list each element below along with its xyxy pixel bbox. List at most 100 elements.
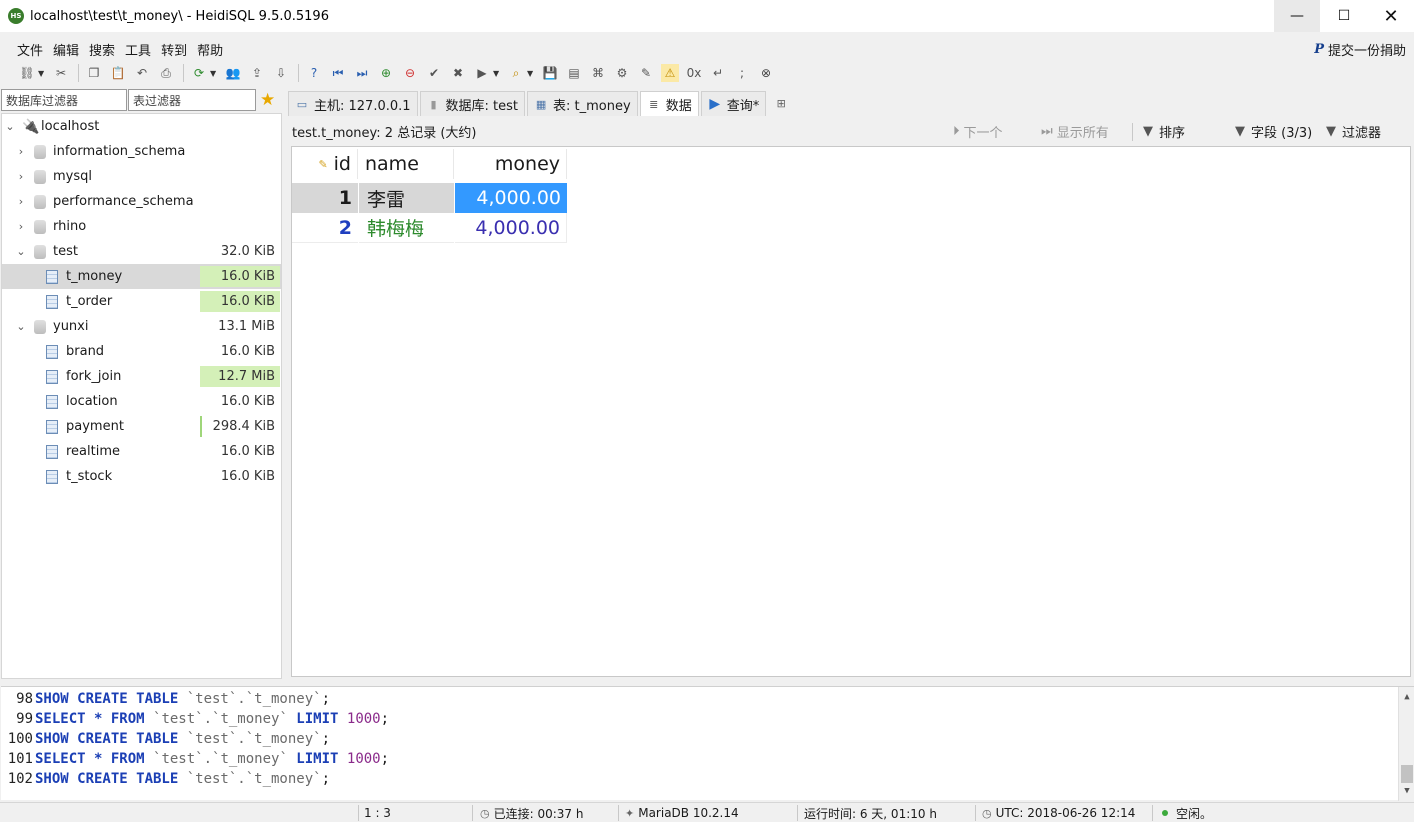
chevron-down-icon[interactable]: ⌄ [15, 245, 27, 258]
column-header-name[interactable]: name [359, 149, 454, 179]
chevron-right-icon[interactable]: › [15, 170, 27, 183]
next-button[interactable]: ⏵ 下一个 [953, 116, 1003, 146]
chevron-down-icon[interactable]: ⌄ [15, 320, 27, 333]
tab-table[interactable]: ▦ 表: t_money [527, 91, 638, 116]
tree-item-table[interactable]: t_stock 16.0 KiB [2, 464, 281, 489]
tree-item-db[interactable]: ⌄ yunxi 13.1 MiB [2, 314, 281, 339]
show-all-button[interactable]: ⏭ 显示所有 [1041, 116, 1109, 146]
cancel-icon[interactable]: ✖ [449, 64, 467, 82]
copy-icon[interactable]: ❐ [85, 64, 103, 82]
donate-button[interactable]: P 提交一份捐助 [1314, 38, 1406, 60]
menu-goto[interactable]: 转到 [161, 40, 187, 59]
menu-help[interactable]: 帮助 [197, 40, 223, 59]
wrap-icon[interactable]: ↵ [709, 64, 727, 82]
status-separator [975, 805, 976, 821]
chevron-down-icon[interactable]: ▼ [527, 69, 535, 78]
table-row-cell-id[interactable]: 2 [292, 213, 358, 243]
status-separator [1152, 805, 1153, 821]
menu-file[interactable]: 文件 [17, 40, 43, 59]
run-icon[interactable]: ▶ [473, 64, 491, 82]
column-header-money[interactable]: money [455, 149, 567, 179]
load-icon[interactable]: ▤ [565, 64, 583, 82]
sql-log[interactable]: 98 SHOW CREATE TABLE `test`.`t_money`; 99… [1, 686, 1414, 801]
export-icon[interactable]: ⇪ [248, 64, 266, 82]
chevron-down-icon[interactable]: ▼ [493, 69, 501, 78]
tree-item-db[interactable]: › mysql [2, 164, 281, 189]
tree-item-db[interactable]: › information_schema [2, 139, 281, 164]
menu-tools[interactable]: 工具 [125, 40, 151, 59]
post-icon[interactable]: ✔ [425, 64, 443, 82]
table-row-cell-money-selected[interactable]: 4,000.00 [455, 183, 567, 213]
first-record-icon[interactable]: ⏮ [329, 64, 347, 82]
tree-host[interactable]: ⌄ 🔌 localhost [2, 114, 281, 139]
last-record-icon[interactable]: ⏭ [353, 64, 371, 82]
tree-item-table-selected[interactable]: t_money 16.0 KiB [2, 264, 281, 289]
new-query-tab-button[interactable]: ⊞ [768, 91, 799, 116]
fields-button[interactable]: ▼ 字段 (3/3) [1235, 116, 1312, 146]
close-button[interactable]: ✕ [1368, 0, 1414, 32]
sort-button[interactable]: ▼ 排序 [1143, 116, 1185, 146]
tab-data[interactable]: ≣ 数据 [639, 91, 699, 116]
maximize-button[interactable]: ☐ [1321, 0, 1367, 32]
menu-bar: 文件 编辑 搜索 工具 转到 帮助 P 提交一份捐助 [0, 38, 1414, 60]
tab-database[interactable]: ▮ 数据库: test [419, 91, 526, 116]
binoculars-icon[interactable]: ⌘ [589, 64, 607, 82]
tree-item-table[interactable]: fork_join 12.7 MiB [2, 364, 281, 389]
chevron-down-icon[interactable]: ▼ [38, 69, 46, 78]
print-icon[interactable]: ⎙ [157, 64, 175, 82]
table-filter-input[interactable]: 表过滤器 [128, 89, 256, 111]
column-header-label: name [365, 153, 419, 175]
help-icon[interactable]: ? [305, 64, 323, 82]
tree-item-db[interactable]: ⌄ test 32.0 KiB [2, 239, 281, 264]
edit-icon[interactable]: ✎ [637, 64, 655, 82]
scroll-thumb[interactable] [1401, 765, 1413, 783]
tree-item-table[interactable]: payment 298.4 KiB [2, 414, 281, 439]
hex-icon[interactable]: 0x [685, 64, 703, 82]
database-filter-input[interactable]: 数据库过滤器 [1, 89, 127, 111]
import-icon[interactable]: ⇩ [272, 64, 290, 82]
chevron-down-icon[interactable]: ⌄ [4, 120, 16, 133]
chevron-down-icon[interactable]: ▼ [210, 69, 218, 78]
scroll-up-icon[interactable]: ▲ [1399, 689, 1414, 705]
stop-icon[interactable]: ⊗ [757, 64, 775, 82]
chevron-right-icon[interactable]: › [15, 220, 27, 233]
menu-edit[interactable]: 编辑 [53, 40, 79, 59]
log-scrollbar[interactable]: ▲ ▼ [1398, 687, 1414, 801]
find-icon[interactable]: ⌕ [507, 64, 525, 82]
tab-query[interactable]: ▶ 查询* [700, 91, 767, 116]
table-icon [46, 369, 58, 384]
log-line: 101 SELECT * FROM `test`.`t_money` LIMIT … [1, 749, 389, 769]
scroll-down-icon[interactable]: ▼ [1399, 783, 1414, 799]
warning-icon[interactable]: ⚠ [661, 64, 679, 82]
menu-search[interactable]: 搜索 [89, 40, 115, 59]
tab-host[interactable]: ▭ 主机: 127.0.0.1 [288, 91, 418, 116]
table-row-cell-id[interactable]: 1 [292, 183, 358, 213]
tree-item-db[interactable]: › performance_schema [2, 189, 281, 214]
tree-item-table[interactable]: location 16.0 KiB [2, 389, 281, 414]
star-icon[interactable]: ★ [260, 90, 275, 110]
chevron-right-icon[interactable]: › [15, 195, 27, 208]
table-row-cell-money[interactable]: 4,000.00 [455, 213, 567, 243]
paste-icon[interactable]: 📋 [109, 64, 127, 82]
tree-item-db[interactable]: › rhino [2, 214, 281, 239]
column-header-id[interactable]: ✎ id [292, 149, 358, 179]
undo-icon[interactable]: ↶ [133, 64, 151, 82]
delete-row-icon[interactable]: ⊖ [401, 64, 419, 82]
minimize-button[interactable]: — [1274, 0, 1320, 32]
table-row-cell-name[interactable]: 韩梅梅 [359, 213, 454, 243]
table-row-cell-name[interactable]: 李雷 [359, 183, 454, 213]
format-icon[interactable]: ⚙ [613, 64, 631, 82]
save-icon[interactable]: 💾 [541, 64, 559, 82]
connect-icon[interactable]: ⛓ [18, 64, 36, 82]
data-grid[interactable]: ✎ id name money 1 李雷 4,000.00 2 韩梅梅 4,00… [291, 146, 1411, 677]
filter-button[interactable]: ▼ 过滤器 [1326, 116, 1381, 146]
semicolon-icon[interactable]: ; [733, 64, 751, 82]
tree-item-table[interactable]: realtime 16.0 KiB [2, 439, 281, 464]
user-manager-icon[interactable]: 👥 [224, 64, 242, 82]
refresh-icon[interactable]: ⟳ [190, 64, 208, 82]
tree-item-table[interactable]: t_order 16.0 KiB [2, 289, 281, 314]
disconnect-icon[interactable]: ✂ [52, 64, 70, 82]
add-row-icon[interactable]: ⊕ [377, 64, 395, 82]
chevron-right-icon[interactable]: › [15, 145, 27, 158]
tree-item-table[interactable]: brand 16.0 KiB [2, 339, 281, 364]
